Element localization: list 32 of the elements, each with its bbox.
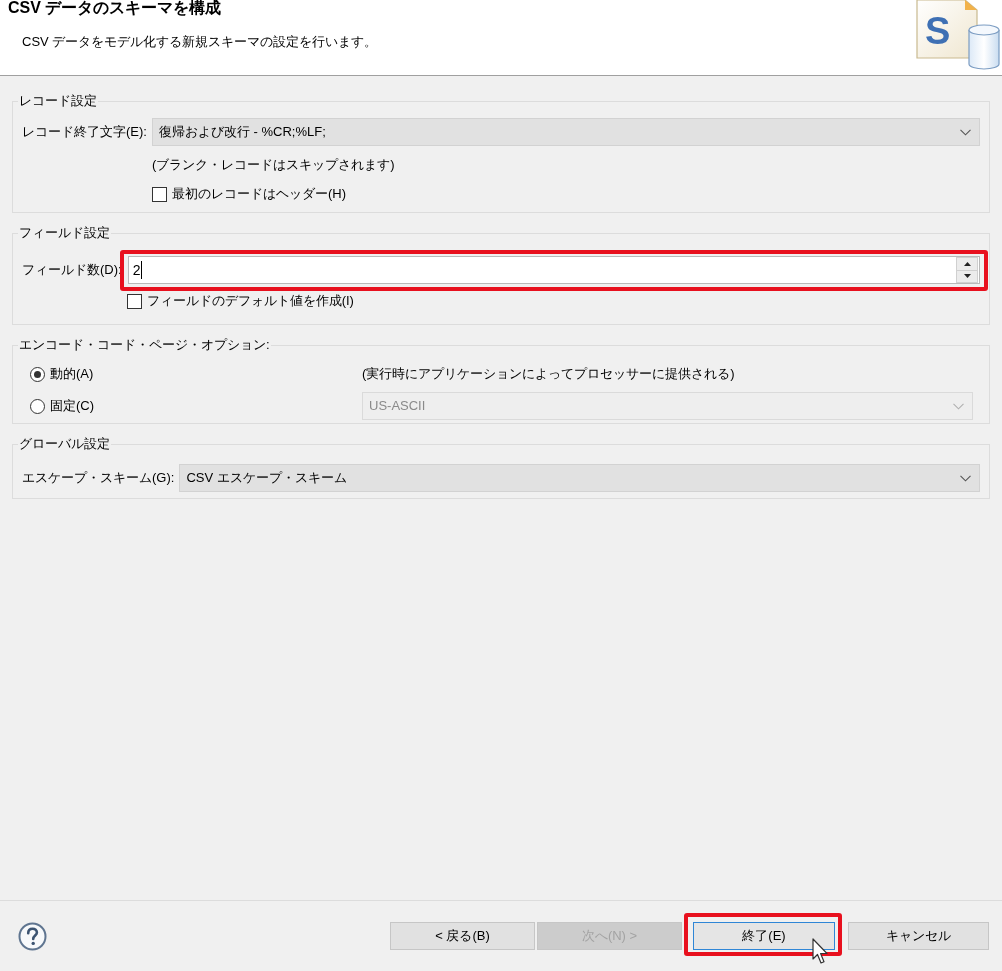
group-title: フィールド設定 xyxy=(18,224,111,242)
checkbox-label[interactable]: フィールドのデフォルト値を作成(I) xyxy=(146,291,354,311)
triangle-up-icon xyxy=(963,261,971,266)
chevron-down-icon xyxy=(953,402,964,410)
page-description: CSV データをモデル化する新規スキーマの設定を行います。 xyxy=(21,33,378,51)
page-title: CSV データのスキーマを構成 xyxy=(7,0,223,17)
hint-text: (ブランク・レコードはスキップされます) xyxy=(151,156,396,174)
checkbox[interactable] xyxy=(151,186,167,202)
record-terminator-dropdown[interactable]: 復帰および改行 - %CR;%LF; xyxy=(151,118,980,146)
field-label: レコード終了文字(E): xyxy=(22,123,147,142)
field-label: フィールド数(D): xyxy=(22,261,122,280)
radio-button[interactable] xyxy=(30,398,45,414)
checkbox-label[interactable]: 最初のレコードはヘッダー(H) xyxy=(171,184,346,204)
group-title: レコード設定 xyxy=(18,92,98,110)
help-icon[interactable] xyxy=(18,921,47,951)
hint-text: (実行時にアプリケーションによってプロセッサーに提供される) xyxy=(362,365,735,384)
dialog-button[interactable]: < 戻る(B) xyxy=(390,922,535,950)
radio-button[interactable] xyxy=(30,366,45,382)
radio-label[interactable]: 固定(C) xyxy=(50,396,95,416)
group-title: エンコード・コード・ページ・オプション: xyxy=(18,336,271,354)
triangle-down-icon xyxy=(963,274,971,279)
chevron-down-icon xyxy=(960,128,971,136)
dialog-button[interactable]: 終了(E) xyxy=(693,922,835,950)
escape-scheme-dropdown[interactable]: CSV エスケープ・スキーム xyxy=(179,464,980,492)
checkbox[interactable] xyxy=(126,293,142,309)
group-title: グローバル設定 xyxy=(18,435,111,453)
field-count-spinner[interactable]: 2 xyxy=(127,256,980,284)
chevron-down-icon xyxy=(960,474,971,482)
spin-up-button[interactable] xyxy=(956,257,978,271)
field-label: エスケープ・スキーム(G): xyxy=(22,469,175,488)
dialog-button[interactable]: キャンセル xyxy=(848,922,989,950)
radio-label[interactable]: 動的(A) xyxy=(50,364,94,384)
